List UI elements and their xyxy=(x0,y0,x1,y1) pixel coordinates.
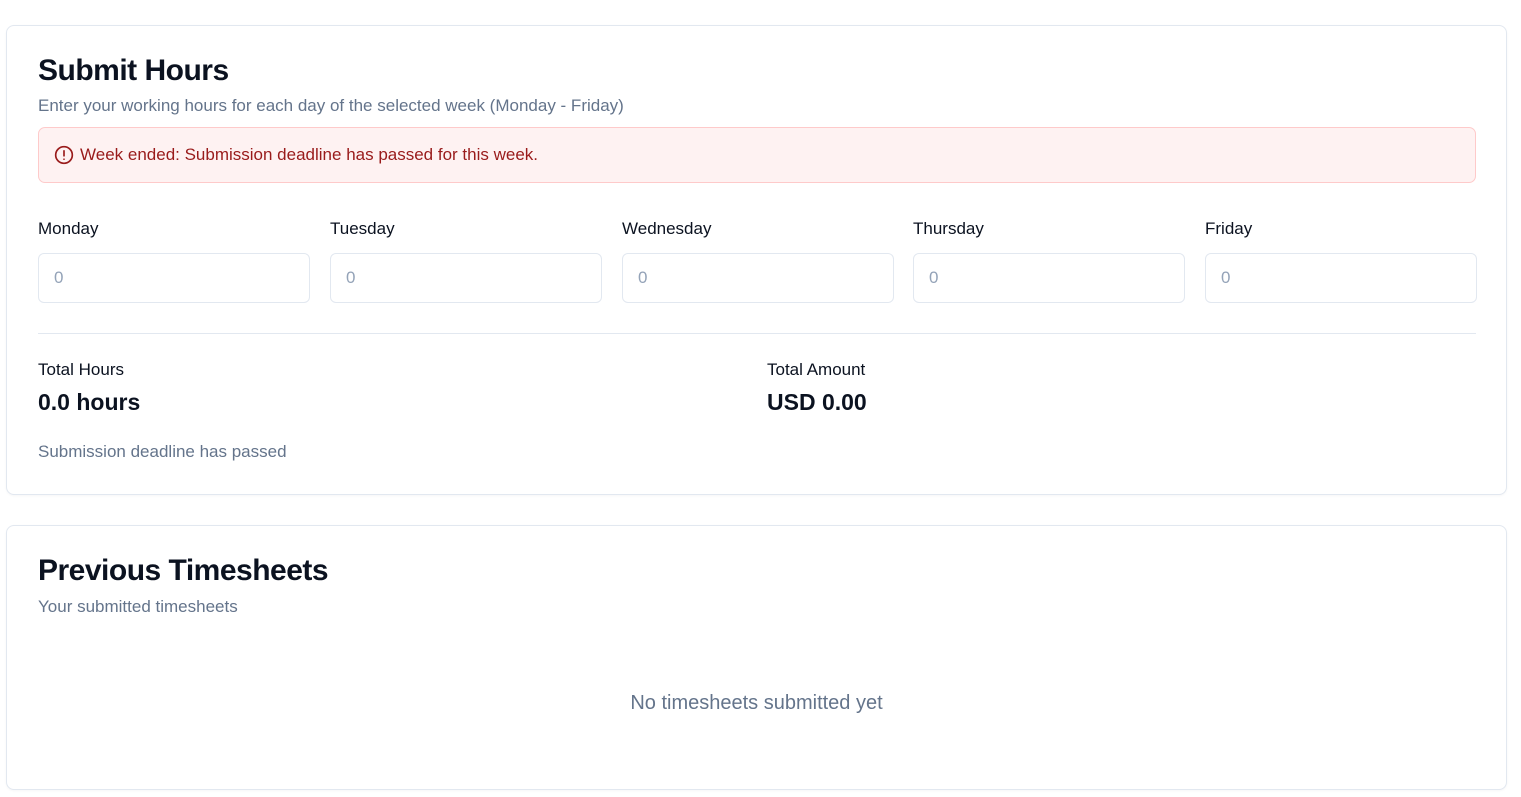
day-label-tuesday: Tuesday xyxy=(330,219,395,238)
total-amount-value: USD 0.00 xyxy=(767,389,867,415)
submit-hours-title: Submit Hours xyxy=(38,54,229,87)
day-label-wednesday: Wednesday xyxy=(622,219,712,238)
total-hours: Total Hours 0.0 hours xyxy=(38,360,140,416)
day-field-friday: Friday xyxy=(1205,219,1477,303)
day-label-friday: Friday xyxy=(1205,219,1253,238)
total-hours-value: 0.0 hours xyxy=(38,389,141,415)
empty-state-message: No timesheets submitted yet xyxy=(630,692,883,714)
deadline-alert-text: Week ended: Submission deadline has pass… xyxy=(80,145,539,164)
alert-circle-icon xyxy=(54,145,74,165)
hours-input-friday[interactable] xyxy=(1205,253,1477,303)
submit-hours-description: Enter your working hours for each day of… xyxy=(38,96,624,115)
day-field-tuesday: Tuesday xyxy=(330,219,602,303)
day-field-wednesday: Wednesday xyxy=(622,219,894,303)
deadline-note: Submission deadline has passed xyxy=(38,442,287,461)
hours-input-wednesday[interactable] xyxy=(622,253,894,303)
totals-divider xyxy=(38,333,1476,334)
hours-input-monday[interactable] xyxy=(38,253,310,303)
day-label-monday: Monday xyxy=(38,219,99,238)
total-amount: Total Amount USD 0.00 xyxy=(767,360,867,416)
hours-input-tuesday[interactable] xyxy=(330,253,602,303)
day-field-monday: Monday xyxy=(38,219,310,303)
total-amount-label: Total Amount xyxy=(767,360,866,379)
day-field-thursday: Thursday xyxy=(913,219,1185,303)
previous-timesheets-title: Previous Timesheets xyxy=(38,554,329,587)
previous-timesheets-card: Previous Timesheets Your submitted times… xyxy=(6,525,1507,790)
previous-timesheets-description: Your submitted timesheets xyxy=(38,597,238,616)
submit-hours-card: Submit Hours Enter your working hours fo… xyxy=(6,25,1507,495)
deadline-alert: Week ended: Submission deadline has pass… xyxy=(38,127,1476,183)
hours-input-thursday[interactable] xyxy=(913,253,1185,303)
day-label-thursday: Thursday xyxy=(913,219,984,238)
total-hours-label: Total Hours xyxy=(38,360,124,379)
